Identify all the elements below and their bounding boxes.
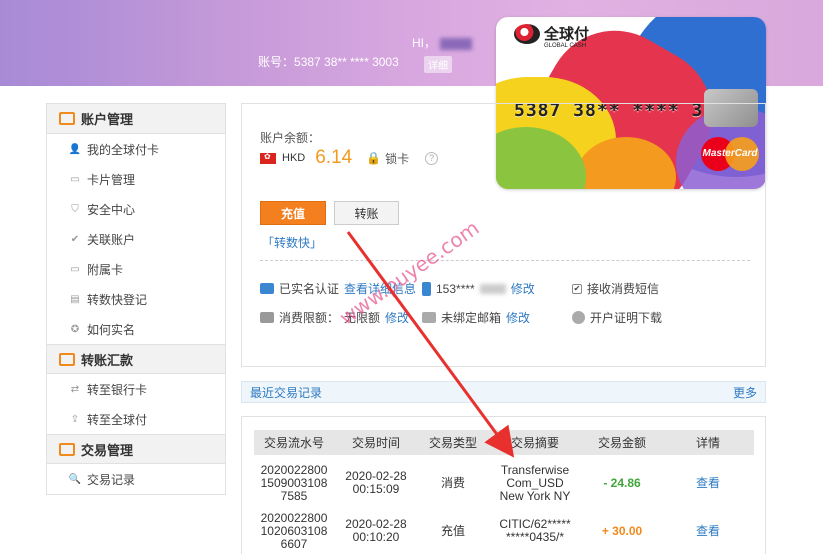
modify-email-link[interactable]: 修改	[506, 309, 530, 326]
limit-info: 消费限额： 无限额 修改	[260, 309, 409, 326]
id-card-icon	[260, 283, 274, 294]
sidebar-item-linked[interactable]: ✔ 关联账户	[47, 224, 225, 254]
table-row: 2020022800 1509003108 7585 2020-02-28 00:15…	[260, 462, 720, 503]
card-logo: 全球付 GLOBAL CASH	[514, 23, 589, 49]
account-icon	[59, 112, 75, 125]
lock-icon: 🔒	[366, 151, 382, 165]
sidebar-item-records[interactable]: 🔍 交易记录	[47, 464, 225, 494]
certificate-info[interactable]: 开户证明下载	[572, 309, 662, 326]
recent-title: 最近交易记录	[250, 385, 323, 400]
sidebar-section-transfer: 转账汇款	[47, 344, 225, 374]
divider	[260, 260, 750, 261]
transfer-button[interactable]: 转账	[334, 201, 399, 225]
sidebar-item-to-globalcash[interactable]: ⇪ 转至全球付	[47, 404, 225, 434]
recharge-button[interactable]: 充值	[260, 201, 326, 225]
balance-row: HKD 6.14 🔒锁卡 ?	[260, 147, 439, 169]
recent-transactions-bar: 最近交易记录 更多	[241, 381, 766, 403]
transfer-icon	[59, 352, 75, 366]
checkbox-icon[interactable]: ✔	[572, 283, 582, 294]
masked-username	[440, 37, 473, 50]
upload-icon: ⇪	[70, 413, 80, 425]
sidebar-item-my-card[interactable]: 👤 我的全球付卡	[47, 134, 225, 164]
lock-card-button[interactable]: 🔒 锁卡	[366, 150, 409, 167]
card-icon: ▭	[70, 173, 80, 185]
sidebar-item-security[interactable]: ⛉ 安全中心	[47, 194, 225, 224]
table-header: 交易流水号 交易时间 交易类型 交易摘要 交易金额 详情	[254, 430, 754, 455]
email-info: 未绑定邮箱 修改	[422, 309, 530, 326]
sidebar-item-to-bank[interactable]: ⇄ 转至银行卡	[47, 374, 225, 404]
shield-icon: ⛉	[71, 203, 79, 215]
sms-info: ✔ 接收消费短信	[572, 282, 660, 296]
globe-icon	[514, 23, 540, 44]
mail-icon	[422, 312, 436, 323]
sidebar-section-trade: 交易管理	[47, 434, 225, 464]
hk-flag-icon	[260, 152, 276, 164]
greeting: HI，	[412, 34, 473, 51]
user-icon: 👤	[68, 143, 82, 155]
phone-info: 153**** 修改	[422, 280, 535, 297]
modify-limit-link[interactable]: 修改	[385, 309, 409, 326]
view-transaction-link[interactable]: 查看	[696, 524, 720, 538]
account-line: 账号：5387 38** **** 3003	[258, 55, 399, 69]
transactions-table: 交易流水号 交易时间 交易类型 交易摘要 交易金额 详情 2020022800 1…	[241, 416, 766, 554]
balance-label: 账户余额：	[260, 131, 321, 145]
chart-icon	[59, 442, 75, 456]
account-panel: 账户余额： HKD 6.14 🔒锁卡 ? 充值 转账 「转数快」 已实名认证 查…	[241, 103, 766, 367]
modify-phone-link[interactable]: 修改	[511, 280, 535, 297]
sidebar-item-card-manage[interactable]: ▭ 卡片管理	[47, 164, 225, 194]
sidebar-item-fps[interactable]: ▤ 转数快登记	[47, 284, 225, 314]
detail-link[interactable]: 详细	[424, 56, 452, 73]
badge-icon: ✪	[70, 323, 80, 335]
fps-link[interactable]: 「转数快」	[262, 234, 322, 251]
download-icon	[572, 311, 585, 324]
swap-icon: ⇄	[70, 383, 80, 395]
search-icon: 🔍	[68, 473, 82, 485]
view-transaction-link[interactable]: 查看	[696, 476, 720, 490]
balance-amount: 6.14	[315, 147, 353, 168]
help-icon[interactable]: ?	[425, 151, 439, 165]
table-row: 2020022800 1020603108 6607 2020-02-28 00:10…	[260, 510, 720, 551]
subcard-icon: ▭	[70, 263, 80, 275]
register-icon: ▤	[70, 293, 80, 305]
sidebar: 账户管理 👤 我的全球付卡 ▭ 卡片管理 ⛉ 安全中心 ✔ 关联账户 ▭ 附属卡 ▤ 转数快…	[46, 103, 226, 495]
sidebar-item-subcard[interactable]: ▭ 附属卡	[47, 254, 225, 284]
more-link[interactable]: 更多	[733, 384, 757, 401]
sidebar-section-account: 账户管理	[47, 104, 225, 134]
phone-icon	[422, 281, 431, 296]
wallet-icon	[260, 312, 274, 323]
check-circle-icon: ✔	[70, 233, 80, 245]
sidebar-item-verify[interactable]: ✪ 如何实名	[47, 314, 225, 344]
currency: HKD	[282, 152, 306, 164]
